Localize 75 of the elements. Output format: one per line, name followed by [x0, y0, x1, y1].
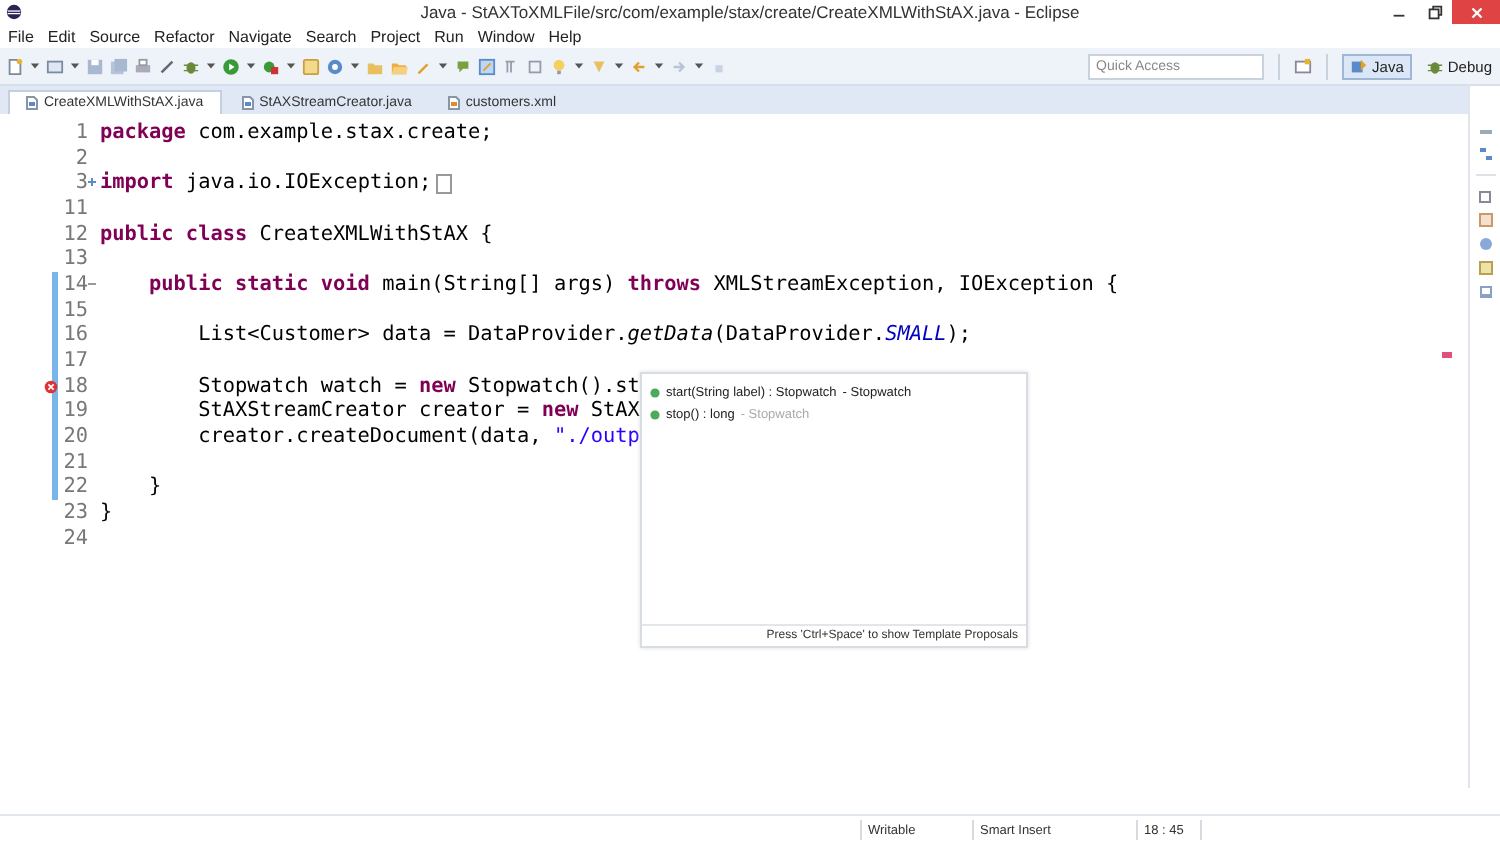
window-icon[interactable] — [46, 57, 64, 75]
java-perspective-icon — [1350, 57, 1369, 75]
line-number: 20 — [63, 426, 88, 449]
code-line: package com.example.stax.create; — [100, 121, 493, 144]
pencil-icon[interactable] — [414, 57, 432, 75]
caret-icon[interactable] — [206, 62, 216, 70]
close-button[interactable] — [1452, 0, 1500, 24]
caret-icon[interactable] — [350, 62, 360, 70]
menu-item[interactable]: Run — [434, 27, 464, 45]
code-line: } — [100, 502, 113, 525]
save-all-icon[interactable] — [110, 57, 128, 75]
menu-item[interactable]: Search — [305, 27, 357, 45]
method-icon — [650, 409, 660, 419]
method-icon — [650, 387, 660, 397]
code-line: import java.io.IOException; — [100, 172, 432, 195]
menu-item[interactable]: Edit — [47, 27, 76, 45]
new-file-icon[interactable] — [6, 57, 24, 75]
code-line: creator.createDocument(data, "./outp — [196, 426, 640, 449]
menu-item[interactable]: File — [8, 27, 34, 45]
bulb-icon[interactable] — [550, 57, 568, 75]
code-line: Stopwatch watch = new Stopwatch().st — [196, 375, 640, 398]
line-number: 16 — [63, 324, 88, 347]
line-number: 12 — [63, 223, 88, 246]
java-file-icon — [26, 96, 38, 110]
line-number: 22 — [63, 476, 88, 499]
caret-icon[interactable] — [614, 62, 624, 70]
code-line: List<Customer> data = DataProvider.getData(DataProvider.SMALL); — [196, 324, 972, 347]
menu-item[interactable]: Source — [89, 27, 141, 45]
caret-icon[interactable] — [654, 62, 664, 70]
line-number: 13 — [63, 248, 88, 271]
back-icon[interactable] — [630, 57, 648, 75]
caret-icon[interactable] — [30, 62, 40, 70]
menu-item[interactable]: Help — [548, 27, 582, 45]
print-icon[interactable] — [134, 57, 152, 75]
code-line: } — [147, 476, 162, 499]
error-marker — [1442, 352, 1452, 358]
code-line: public static void main(String[] args) throws XMLStreamException, IOException { — [147, 273, 1119, 296]
menu-item[interactable]: Refactor — [154, 27, 215, 45]
caret-icon[interactable] — [694, 62, 704, 70]
line-number: 23 — [63, 502, 88, 525]
outline-icon[interactable] — [1477, 146, 1493, 162]
menu-item[interactable]: Project — [370, 27, 421, 45]
line-number: 11 — [63, 197, 88, 220]
open-perspective-icon[interactable] — [1294, 57, 1313, 75]
caret-icon[interactable] — [70, 62, 80, 70]
line-number: 15 — [63, 299, 88, 322]
menu-item[interactable]: Navigate — [228, 27, 292, 45]
bug-icon[interactable] — [182, 57, 200, 75]
line-number: 21 — [63, 451, 88, 474]
caret-icon[interactable] — [574, 62, 584, 70]
caret-icon[interactable] — [286, 62, 296, 70]
code-line: StAXStreamCreator creator = new StAX — [196, 400, 640, 423]
close-icon — [1467, 3, 1485, 21]
java-file-icon — [241, 95, 254, 109]
line-number: 14 — [63, 273, 88, 296]
code-line: public class CreateXMLWithStAX { — [100, 223, 493, 246]
menu-item[interactable]: Window — [477, 27, 535, 45]
line-number: 24 — [63, 527, 88, 550]
line-number: 3 — [75, 172, 88, 195]
line-number: 1 — [75, 121, 88, 144]
save-icon[interactable] — [86, 57, 104, 75]
caret-icon[interactable] — [246, 62, 256, 70]
expand-icon[interactable] — [88, 176, 96, 189]
bug-icon — [1425, 57, 1444, 75]
folded-code-marker[interactable] — [435, 173, 452, 194]
xml-file-icon — [447, 95, 460, 109]
annotation-icon[interactable] — [454, 57, 472, 75]
caret-icon[interactable] — [438, 62, 448, 70]
run-icon[interactable] — [222, 57, 240, 75]
line-number: 2 — [75, 147, 88, 170]
window-title: Java - StAXToXMLFile/src/com/example/stax/create/CreateXMLWithStAX.java - Eclipse — [420, 2, 1080, 22]
pen-icon[interactable] — [158, 57, 176, 75]
line-number: 18 — [63, 375, 88, 398]
line-number: 17 — [63, 350, 88, 373]
line-number: 19 — [63, 400, 88, 423]
